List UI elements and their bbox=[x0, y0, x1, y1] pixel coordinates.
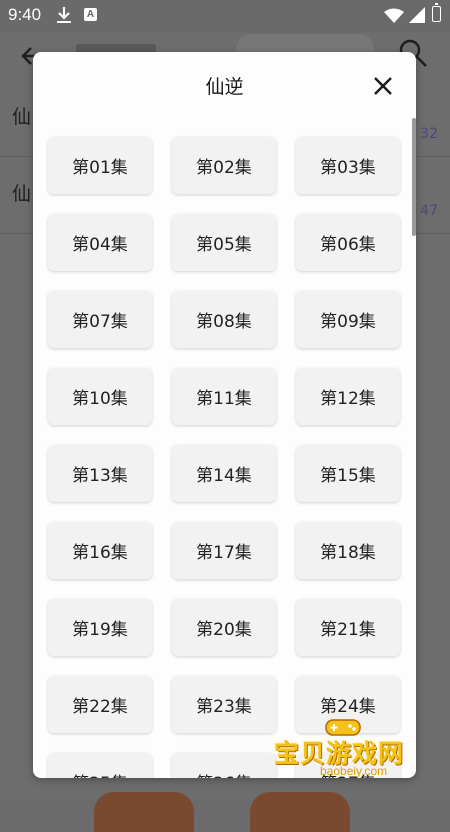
wifi-icon bbox=[384, 8, 404, 29]
list-item-meta: 47 bbox=[420, 203, 438, 219]
episode-button[interactable]: 第11集 bbox=[172, 368, 276, 425]
episode-button[interactable]: 第17集 bbox=[172, 522, 276, 579]
episode-button[interactable]: 第21集 bbox=[296, 599, 400, 656]
episode-button[interactable]: 第26集 bbox=[172, 753, 276, 778]
episode-button[interactable]: 第13集 bbox=[48, 445, 152, 502]
episode-button[interactable]: 第14集 bbox=[172, 445, 276, 502]
episode-button[interactable]: 第22集 bbox=[48, 676, 152, 733]
episode-button[interactable]: 第08集 bbox=[172, 291, 276, 348]
episode-button[interactable]: 第10集 bbox=[48, 368, 152, 425]
close-button[interactable] bbox=[371, 74, 395, 98]
scrollbar-thumb[interactable] bbox=[412, 118, 416, 236]
episode-button[interactable]: 第02集 bbox=[172, 137, 276, 194]
episode-button[interactable]: 第23集 bbox=[172, 676, 276, 733]
status-time: 9:40 bbox=[8, 5, 42, 24]
episode-button[interactable]: 第18集 bbox=[296, 522, 400, 579]
close-icon bbox=[371, 77, 395, 102]
a-notification-icon: A bbox=[84, 8, 97, 21]
list-item-title: 仙 bbox=[12, 106, 32, 128]
episode-button[interactable]: 第20集 bbox=[172, 599, 276, 656]
episode-button[interactable]: 第16集 bbox=[48, 522, 152, 579]
battery-icon bbox=[432, 3, 441, 22]
list-item-meta: 32 bbox=[420, 126, 438, 142]
episode-grid: 第01集 第02集 第03集 第04集 第05集 第06集 第07集 第08集 … bbox=[48, 137, 404, 778]
status-bar: 9:40 A bbox=[0, 0, 450, 32]
episode-button[interactable]: 第06集 bbox=[296, 214, 400, 271]
download-icon bbox=[56, 6, 72, 29]
episode-button[interactable]: 第05集 bbox=[172, 214, 276, 271]
episode-button[interactable]: 第12集 bbox=[296, 368, 400, 425]
episode-button[interactable]: 第09集 bbox=[296, 291, 400, 348]
background-action-button[interactable] bbox=[250, 792, 350, 832]
episode-button[interactable]: 第07集 bbox=[48, 291, 152, 348]
signal-icon bbox=[408, 7, 426, 29]
watermark-url: baobeiy.com bbox=[320, 764, 388, 778]
episode-button[interactable]: 第03集 bbox=[296, 137, 400, 194]
episode-button[interactable]: 第15集 bbox=[296, 445, 400, 502]
episode-button[interactable]: 第19集 bbox=[48, 599, 152, 656]
episode-button[interactable]: 第01集 bbox=[48, 137, 152, 194]
episode-button[interactable]: 第25集 bbox=[48, 753, 152, 778]
list-item-title: 仙 bbox=[12, 183, 32, 205]
episode-dialog: 仙逆 第01集 第02集 第03集 第04集 第05集 第06集 第07集 第0… bbox=[33, 52, 416, 778]
background-action-button[interactable] bbox=[94, 792, 194, 832]
watermark: 宝贝游戏网 baobeiy.com bbox=[270, 716, 430, 780]
episode-button[interactable]: 第04集 bbox=[48, 214, 152, 271]
dialog-title: 仙逆 bbox=[205, 76, 244, 98]
